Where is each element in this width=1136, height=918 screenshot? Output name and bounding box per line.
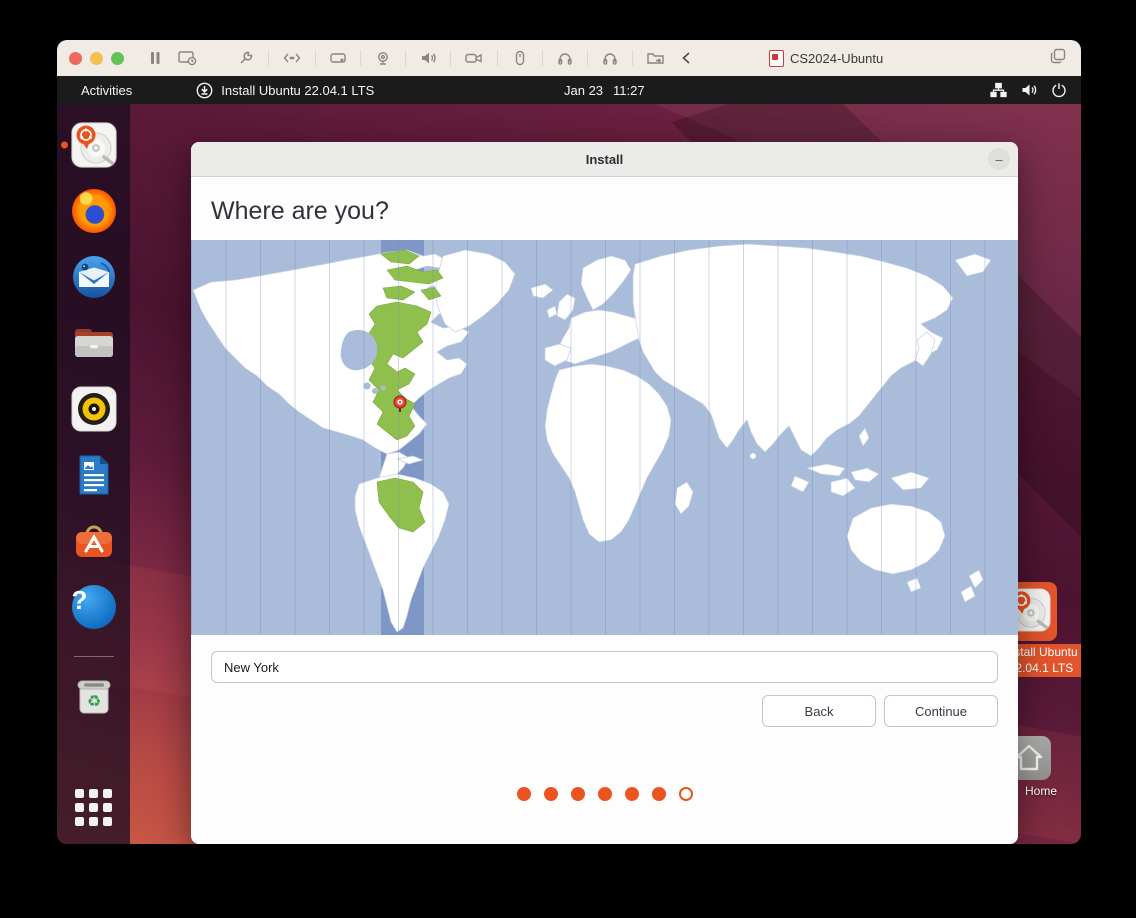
power-icon — [1051, 82, 1067, 98]
location-input[interactable] — [211, 651, 998, 683]
dock-separator — [74, 656, 114, 657]
progress-dot — [625, 787, 639, 801]
close-button[interactable] — [69, 52, 82, 65]
install-app-icon — [196, 82, 213, 99]
ubuntu-installer-icon — [71, 122, 117, 168]
activities-button[interactable]: Activities — [75, 83, 138, 98]
video-camera-icon[interactable] — [464, 49, 484, 67]
vm-icon — [769, 50, 784, 67]
page-title: Where are you? — [211, 197, 1018, 226]
windows-copy-icon[interactable] — [1049, 47, 1067, 70]
files-folder-icon — [71, 320, 117, 366]
progress-dot — [598, 787, 612, 801]
show-applications-button[interactable] — [75, 789, 112, 826]
screenshot-stage: CS2024-Ubuntu Activities Install Ubuntu … — [0, 0, 1136, 918]
installer-window: Install – Where are you? — [191, 142, 1018, 844]
svg-text:♻: ♻ — [86, 692, 100, 711]
dock-item-trash[interactable]: ♻ — [71, 673, 117, 719]
progress-dot — [679, 787, 693, 801]
progress-dots — [191, 787, 1018, 801]
clock-time: 11:27 — [613, 83, 645, 98]
app-indicator-label: Install Ubuntu 22.04.1 LTS — [221, 83, 374, 98]
pause-icon[interactable] — [146, 49, 164, 67]
code-icon[interactable] — [282, 49, 302, 67]
installer-title: Install — [586, 152, 624, 167]
gnome-topbar: Activities Install Ubuntu 22.04.1 LTS Ja… — [57, 76, 1081, 104]
thunderbird-icon — [71, 254, 117, 300]
minimize-button[interactable] — [90, 52, 103, 65]
vm-title-text: CS2024-Ubuntu — [790, 51, 883, 66]
wrench-icon[interactable] — [237, 49, 255, 67]
installer-header[interactable]: Install – — [191, 142, 1018, 177]
headphones-icon[interactable] — [556, 49, 574, 67]
shared-folder-icon[interactable] — [646, 49, 666, 67]
zoom-button[interactable] — [111, 52, 124, 65]
webcam-icon[interactable] — [374, 49, 392, 67]
progress-dot — [571, 787, 585, 801]
dock-item-help[interactable]: ? — [71, 584, 117, 630]
dock-item-rhythmbox[interactable] — [71, 386, 117, 432]
snapshot-icon[interactable] — [177, 49, 197, 67]
macos-titlebar: CS2024-Ubuntu — [57, 40, 1081, 77]
progress-dot — [652, 787, 666, 801]
continue-button[interactable]: Continue — [884, 695, 998, 727]
mouse-icon[interactable] — [511, 49, 529, 67]
traffic-lights — [69, 52, 124, 65]
network-icon — [990, 82, 1007, 98]
dock-item-firefox[interactable] — [71, 188, 117, 234]
trash-icon: ♻ — [71, 673, 117, 719]
speaker-icon[interactable] — [419, 49, 437, 67]
progress-dot — [517, 787, 531, 801]
back-button[interactable]: Back — [762, 695, 876, 727]
dock-item-libreoffice-writer[interactable] — [71, 452, 117, 498]
timezone-map[interactable] — [191, 240, 1018, 635]
dock-item-ubuntu-software[interactable] — [71, 518, 117, 564]
installer-minimize-button[interactable]: – — [988, 148, 1010, 170]
vm-title: CS2024-Ubuntu — [769, 40, 883, 76]
clock-date: Jan 23 — [564, 83, 603, 98]
disk-drive-icon[interactable] — [329, 49, 347, 67]
vm-screen: Activities Install Ubuntu 22.04.1 LTS Ja… — [57, 76, 1081, 844]
system-tray[interactable] — [990, 82, 1067, 98]
help-icon: ? — [72, 585, 116, 629]
dock: ? ♻ — [57, 104, 130, 844]
progress-dot — [544, 787, 558, 801]
firefox-icon — [72, 189, 116, 233]
rhythmbox-icon — [71, 386, 117, 432]
ubuntu-software-icon — [71, 518, 117, 564]
dock-item-thunderbird[interactable] — [71, 254, 117, 300]
app-indicator[interactable]: Install Ubuntu 22.04.1 LTS — [196, 82, 374, 99]
clock[interactable]: Jan 23 11:27 — [564, 83, 645, 98]
utm-vm-window: CS2024-Ubuntu Activities Install Ubuntu … — [57, 40, 1081, 844]
collapse-chevron-icon[interactable] — [679, 49, 695, 67]
libreoffice-writer-icon — [71, 452, 117, 498]
dock-item-ubuntu-installer[interactable] — [71, 122, 117, 168]
vm-toolbar — [146, 49, 695, 67]
dock-item-files[interactable] — [71, 320, 117, 366]
headphones-2-icon[interactable] — [601, 49, 619, 67]
volume-icon — [1020, 82, 1038, 98]
